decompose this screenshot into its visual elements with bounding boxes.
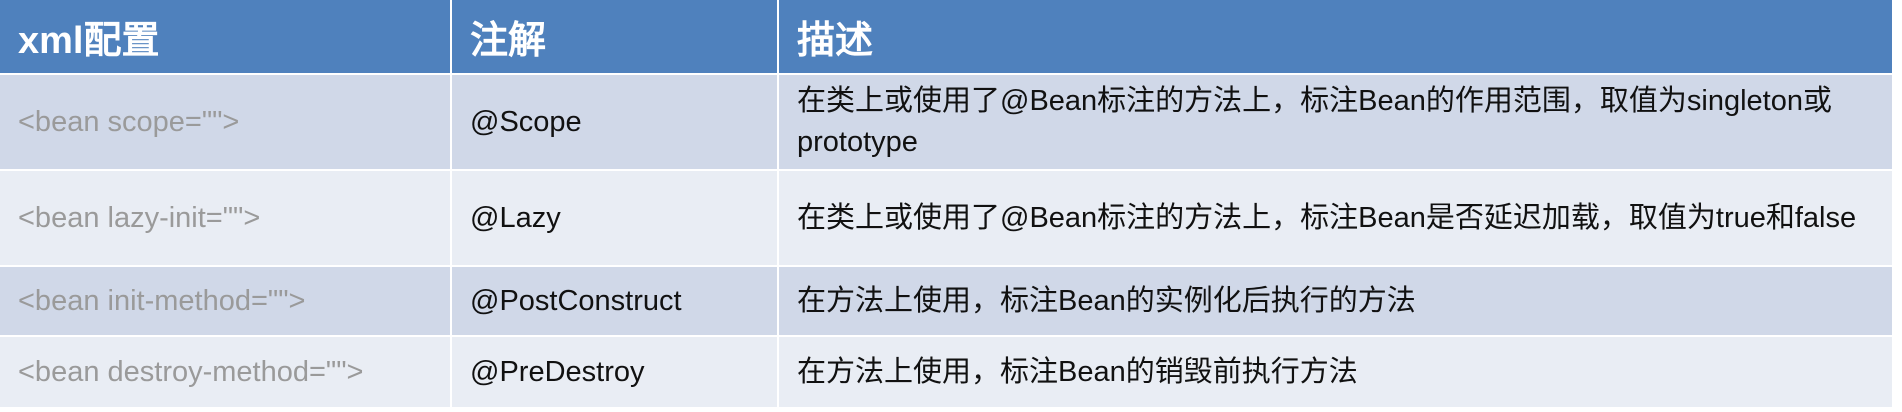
table-row: <bean lazy-init=""> @Lazy 在类上或使用了@Bean标注… bbox=[0, 170, 1892, 267]
table-row: <bean init-method=""> @PostConstruct 在方法… bbox=[0, 266, 1892, 337]
annotation-mapping-table: xml配置 注解 描述 <bean scope=""> @Scope 在类上或使… bbox=[0, 0, 1892, 409]
table-header-row: xml配置 注解 描述 bbox=[0, 0, 1892, 75]
xml-config-cell: <bean init-method=""> bbox=[0, 266, 452, 337]
description-cell: 在方法上使用，标注Bean的销毁前执行方法 bbox=[778, 336, 1892, 409]
xml-config-cell: <bean lazy-init=""> bbox=[0, 170, 452, 267]
header-description: 描述 bbox=[778, 0, 1892, 75]
xml-config-cell: <bean scope=""> bbox=[0, 74, 452, 171]
description-cell: 在方法上使用，标注Bean的实例化后执行的方法 bbox=[778, 266, 1892, 337]
description-cell: 在类上或使用了@Bean标注的方法上，标注Bean是否延迟加载，取值为true和… bbox=[778, 170, 1892, 267]
annotation-cell: @Lazy bbox=[451, 170, 779, 267]
table-row: <bean destroy-method=""> @PreDestroy 在方法… bbox=[0, 336, 1892, 409]
header-annotation: 注解 bbox=[451, 0, 779, 75]
annotation-cell: @PostConstruct bbox=[451, 266, 779, 337]
annotation-cell: @PreDestroy bbox=[451, 336, 779, 409]
header-xml-config: xml配置 bbox=[0, 0, 452, 75]
annotation-cell: @Scope bbox=[451, 74, 779, 171]
table-row: <bean scope=""> @Scope 在类上或使用了@Bean标注的方法… bbox=[0, 74, 1892, 171]
config-table-container: xml配置 注解 描述 <bean scope=""> @Scope 在类上或使… bbox=[0, 0, 1902, 412]
xml-config-cell: <bean destroy-method=""> bbox=[0, 336, 452, 409]
description-cell: 在类上或使用了@Bean标注的方法上，标注Bean的作用范围，取值为single… bbox=[778, 74, 1892, 171]
